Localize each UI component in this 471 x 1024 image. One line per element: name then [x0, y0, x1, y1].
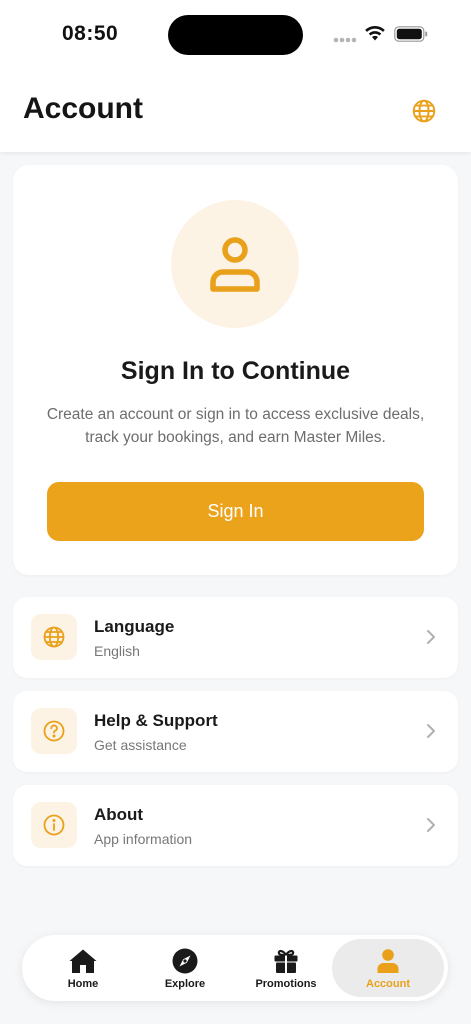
nav-label: Home: [67, 978, 99, 990]
globe-icon: [43, 626, 65, 648]
menu-item-help-support[interactable]: Help & Support Get assistance: [13, 691, 458, 772]
chevron-right-icon: [427, 630, 435, 644]
nav-label: Promotions: [255, 978, 317, 990]
battery-icon: [394, 26, 428, 42]
menu-item-title: Language: [94, 617, 175, 636]
menu-item-subtitle: English: [94, 643, 140, 659]
page-title: Account: [23, 92, 143, 125]
menu-icon-box: [31, 614, 77, 660]
wifi-icon: [365, 25, 385, 41]
header: Account: [0, 72, 471, 152]
menu-item-subtitle: Get assistance: [94, 737, 187, 753]
nav-promotions[interactable]: Promotions: [235, 939, 337, 997]
bottom-nav: Home Explore Promotions Account: [22, 935, 448, 1001]
dynamic-island: [168, 15, 303, 55]
nav-explore[interactable]: Explore: [134, 939, 236, 997]
menu-item-language[interactable]: Language English: [13, 597, 458, 678]
nav-label: Account: [366, 978, 410, 990]
home-icon: [69, 949, 97, 973]
menu-item-title: About: [94, 805, 144, 824]
status-bar: 08:50: [0, 0, 471, 72]
info-circle-icon: [43, 814, 65, 836]
avatar: [171, 200, 299, 328]
menu-item-subtitle: App information: [94, 831, 193, 847]
globe-icon[interactable]: [411, 98, 437, 124]
signin-description: Create an account or sign in to access e…: [46, 406, 425, 446]
menu-item-title: Help & Support: [94, 711, 218, 730]
status-time: 08:50: [62, 22, 119, 45]
nav-home[interactable]: Home: [32, 939, 134, 997]
signal-icon: [333, 37, 357, 43]
chevron-right-icon: [427, 724, 435, 738]
menu-icon-box: [31, 708, 77, 754]
person-icon: [210, 237, 260, 292]
nav-account[interactable]: Account: [332, 939, 444, 997]
signin-card: Sign In to Continue Create an account or…: [13, 165, 458, 575]
sign-in-button[interactable]: Sign In: [47, 482, 424, 541]
chevron-right-icon: [427, 818, 435, 832]
signin-title: Sign In to Continue: [120, 357, 351, 385]
question-circle-icon: [43, 720, 65, 742]
compass-icon: [172, 948, 198, 974]
menu-item-about[interactable]: About App information: [13, 785, 458, 866]
person-icon: [377, 949, 399, 973]
nav-label: Explore: [164, 978, 206, 990]
menu-icon-box: [31, 802, 77, 848]
gift-icon: [274, 949, 298, 973]
